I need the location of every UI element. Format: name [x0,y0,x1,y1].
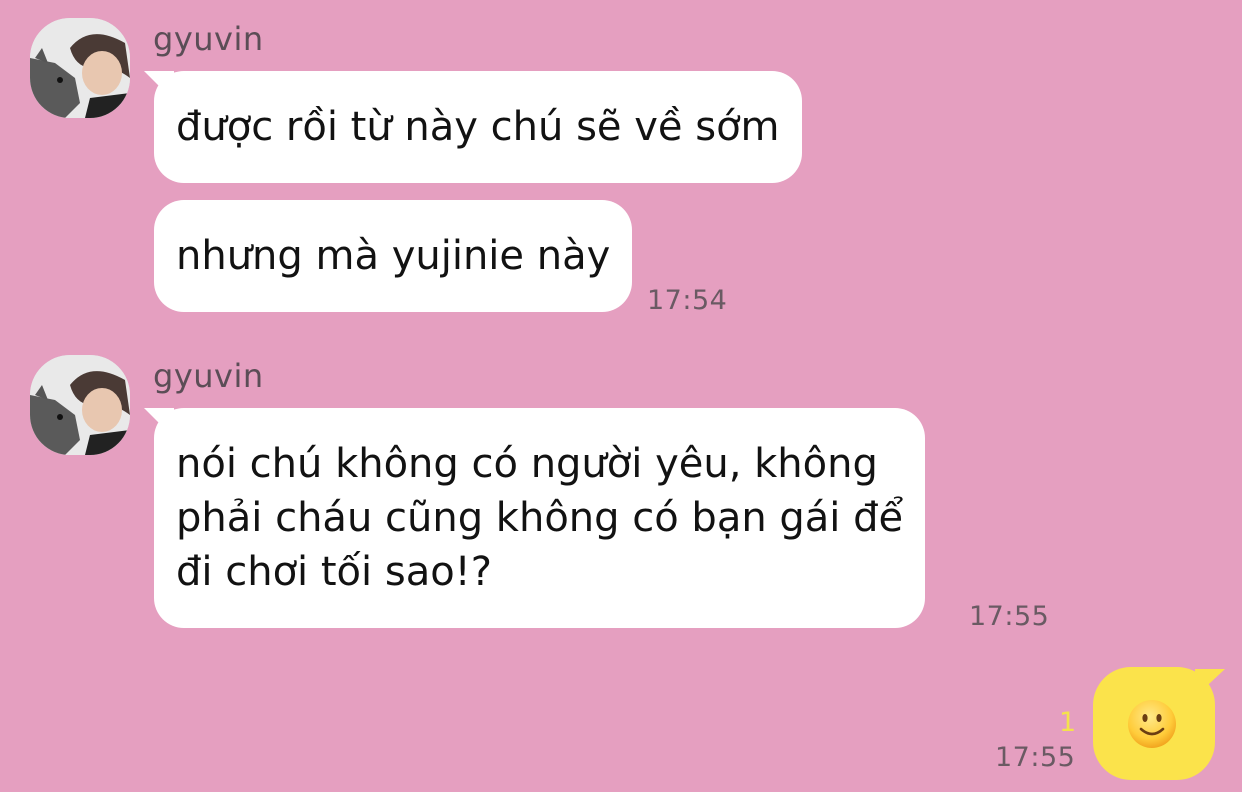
message-text: nhưng mà yujinie này [176,233,611,279]
message-text-line: nói chú không có người yêu, không [176,441,878,487]
sender-name: gyuvin [153,20,264,58]
sender-avatar[interactable] [30,18,130,118]
message-timestamp: 17:55 [969,601,1050,632]
slightly-smiling-face-icon [1128,700,1176,748]
message-timestamp: 17:55 [995,742,1076,773]
message-text-line: phải cháu cũng không có bạn gái để [176,495,904,541]
message-text-line: đi chơi tối sao!? [176,549,492,595]
message-timestamp: 17:54 [647,285,728,316]
message-bubble[interactable]: được rồi từ này chú sẽ về sớm [154,71,802,183]
message-bubble[interactable]: nói chú không có người yêu, không phải c… [154,408,926,628]
my-emoji-bubble[interactable] [1093,667,1215,780]
message-text: được rồi từ này chú sẽ về sớm [176,104,780,150]
unread-count: 1 [1059,707,1077,738]
profile-photo-icon [30,355,130,455]
message-bubble[interactable]: nhưng mà yujinie này [154,200,633,312]
sender-name: gyuvin [153,357,264,395]
profile-photo-icon [30,18,130,118]
sender-avatar[interactable] [30,355,130,455]
